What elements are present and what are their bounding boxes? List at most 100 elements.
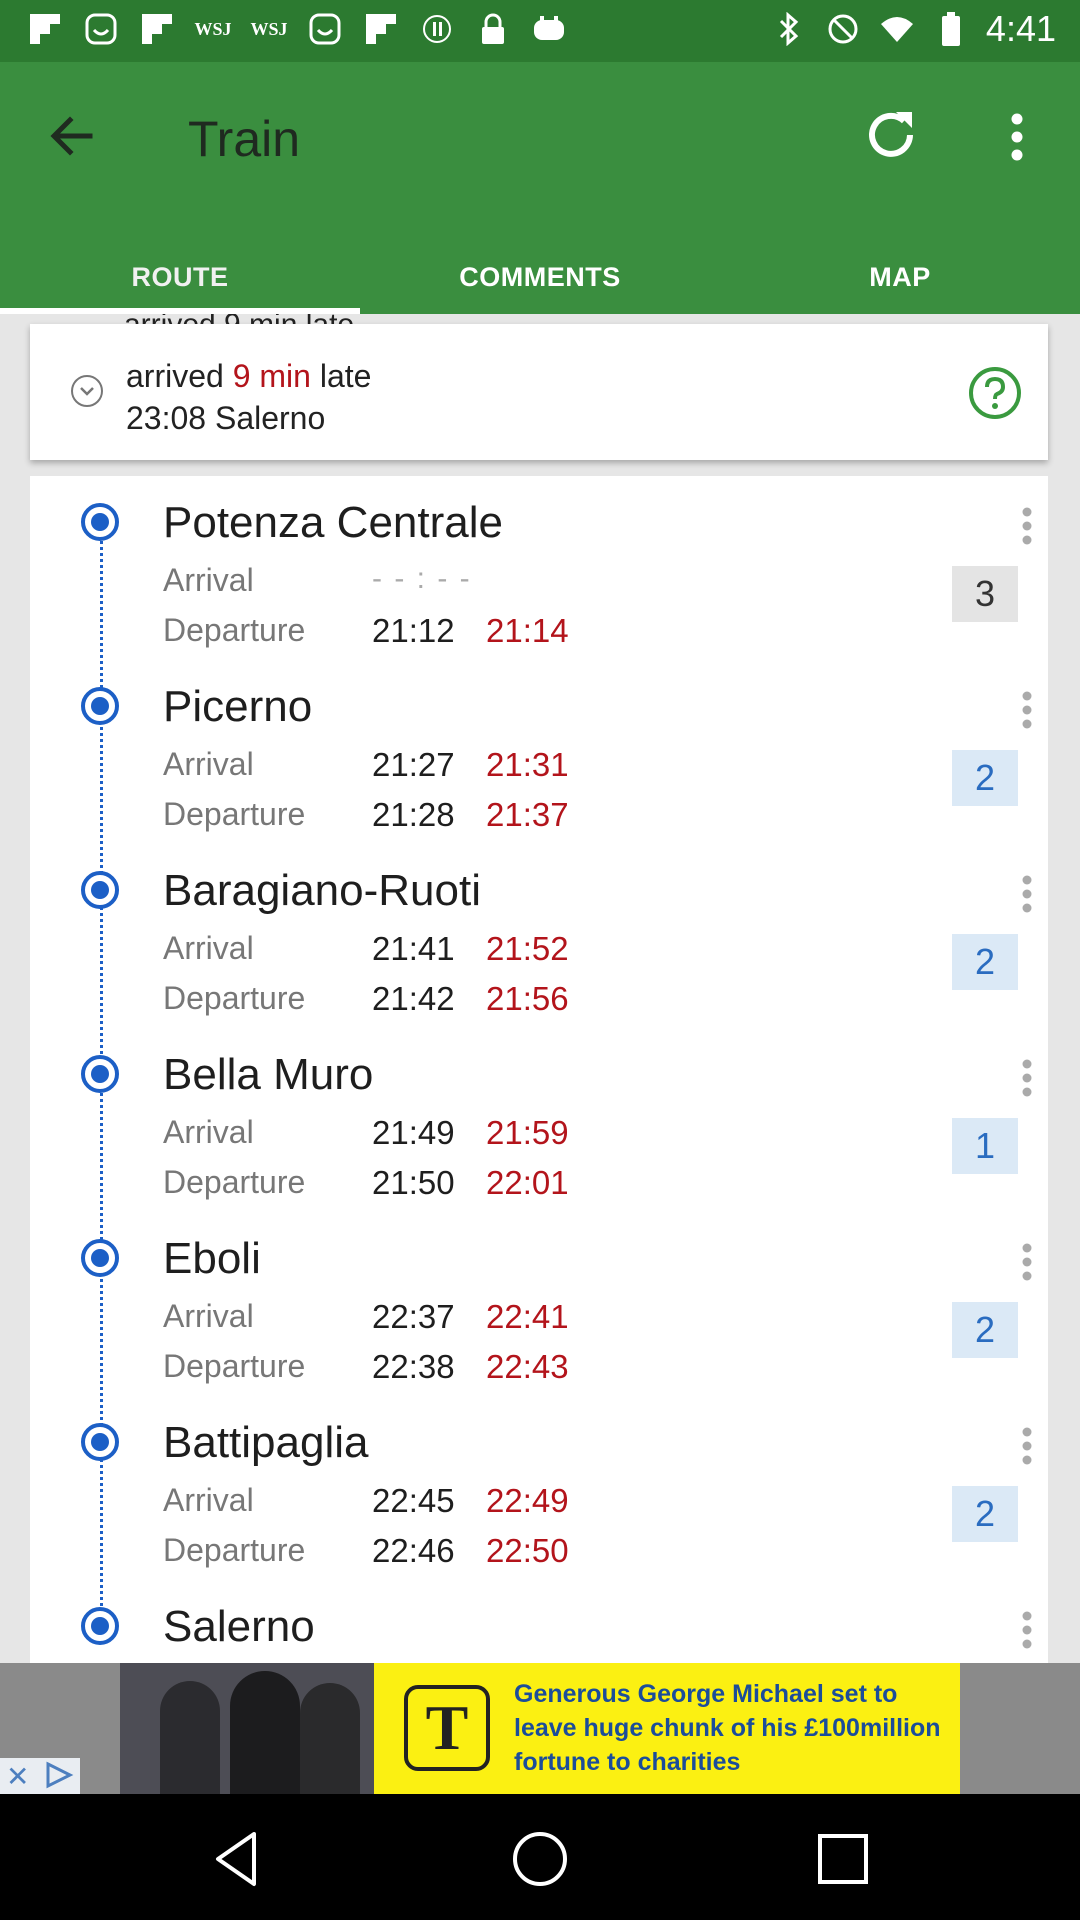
departure-actual: 22:50 (486, 1532, 569, 1569)
face-icon (82, 10, 120, 48)
wsj-icon: WSJ (194, 18, 232, 39)
more-vert-icon[interactable] (1020, 1426, 1034, 1466)
ad-logo: T (404, 1685, 490, 1771)
more-vert-icon[interactable] (1020, 506, 1034, 546)
station-name[interactable]: Baragiano-Ruoti (163, 866, 481, 916)
help-icon[interactable] (968, 366, 1022, 420)
station-dot-icon (81, 1423, 119, 1461)
tab-map[interactable]: MAP (720, 240, 1080, 314)
flipboard-icon (138, 10, 176, 48)
more-vert-icon[interactable] (1020, 1058, 1034, 1098)
arrival-actual: 21:59 (486, 1114, 569, 1151)
tab-comments[interactable]: COMMENTS (360, 240, 720, 314)
tab-route[interactable]: ROUTE (0, 240, 360, 314)
more-vert-icon[interactable] (1020, 1242, 1034, 1282)
station-dot-icon (81, 1055, 119, 1093)
departure-scheduled: 22:46 (372, 1532, 455, 1569)
departure-label: Departure (163, 1532, 306, 1568)
arrival-time-station: 23:08 Salerno (126, 400, 326, 436)
arrow-back-icon (50, 116, 93, 156)
departure-scheduled: 22:38 (372, 1348, 455, 1385)
tab-bar: ROUTE COMMENTS MAP (0, 240, 1080, 314)
arrival-actual: 21:31 (486, 746, 569, 783)
stop-row[interactable]: Picerno Arrival Departure 21:27 21:31 21:28 21… (30, 676, 1048, 860)
refresh-icon (869, 112, 913, 157)
station-name[interactable]: Potenza Centrale (163, 498, 503, 548)
clock: 4:41 (985, 8, 1056, 49)
more-vert-icon[interactable] (1020, 874, 1034, 914)
arrival-actual: 21:52 (486, 930, 569, 967)
more-vert-icon (1011, 113, 1023, 161)
station-name[interactable]: Eboli (163, 1234, 261, 1284)
stop-row[interactable]: Baragiano-Ruoti Arrival Departure 21:41 21:5… (30, 860, 1048, 1044)
expand-icon[interactable] (70, 374, 104, 408)
page-title: Train (188, 111, 301, 167)
more-vert-icon[interactable] (1020, 690, 1034, 730)
stop-row[interactable]: SalernoArrivalDeparture22:5923:082 (30, 1596, 1048, 1663)
status-prefix: arrived (126, 358, 233, 394)
departure-actual: 21:37 (486, 796, 569, 833)
flipboard-icon (362, 10, 400, 48)
ad-choices[interactable]: ✕ (0, 1758, 80, 1794)
system-icons: 4:41 (770, 8, 1056, 50)
arrival-scheduled: 22:37 (372, 1298, 455, 1335)
stop-row[interactable]: Eboli Arrival Departure 22:37 22:41 22:38 22:4… (30, 1228, 1048, 1412)
recents-nav-icon[interactable] (808, 1824, 878, 1894)
departure-label: Departure (163, 1164, 306, 1200)
departure-scheduled: 21:42 (372, 980, 455, 1017)
station-name[interactable]: Salerno (163, 1602, 315, 1652)
station-dot-icon (81, 871, 119, 909)
arrival-label: Arrival (163, 746, 254, 782)
departure-actual: 21:56 (486, 980, 569, 1017)
mute-icon (824, 10, 862, 48)
stop-row[interactable]: Potenza Centrale Arrival Departure - - : - … (30, 492, 1048, 676)
more-vert-icon[interactable] (1020, 1610, 1034, 1650)
system-nav-bar (0, 1794, 1080, 1920)
close-icon[interactable]: ✕ (6, 1760, 29, 1793)
flipboard-icon (26, 10, 64, 48)
station-name[interactable]: Battipaglia (163, 1418, 368, 1468)
ad-content[interactable]: T Generous George Michael set to leave h… (374, 1663, 960, 1794)
arrival-label: Arrival (163, 1482, 254, 1518)
wsj-icon: WSJ (250, 18, 288, 39)
platform-badge: 2 (952, 934, 1018, 990)
departure-actual: 22:01 (486, 1164, 569, 1201)
home-nav-icon[interactable] (505, 1824, 575, 1894)
delay-value: 9 min (232, 358, 311, 394)
stops-list: Potenza Centrale Arrival Departure - - : - … (30, 476, 1048, 1663)
adchoices-icon[interactable] (42, 1760, 74, 1790)
back-button[interactable] (44, 108, 100, 164)
arrival-scheduled: 21:27 (372, 746, 455, 783)
arrival-placeholder: - - : - - (372, 562, 472, 595)
wifi-icon (878, 10, 916, 48)
media-icon (418, 10, 456, 48)
stop-row[interactable]: Bella Muro Arrival Departure 21:49 21:59 21:5… (30, 1044, 1048, 1228)
arrival-status-card[interactable]: arrived 9 min late 23:08 Salerno (30, 324, 1048, 460)
arrival-label: Arrival (163, 930, 254, 966)
station-dot-icon (81, 1607, 119, 1645)
lock-icon (474, 10, 512, 48)
platform-badge: 2 (952, 1486, 1018, 1542)
station-name[interactable]: Picerno (163, 682, 312, 732)
arrival-scheduled: 21:49 (372, 1114, 455, 1151)
ad-image[interactable] (120, 1663, 374, 1794)
departure-label: Departure (163, 1348, 306, 1384)
route-content[interactable]: arrived 9 min late arrived 9 min late 23… (0, 314, 1080, 1663)
back-nav-icon[interactable] (202, 1824, 272, 1894)
station-dot-icon (81, 1239, 119, 1277)
arrival-actual: 22:49 (486, 1482, 569, 1519)
arrival-label: Arrival (163, 562, 254, 598)
stop-row[interactable]: Battipaglia Arrival Departure 22:45 22:49 22:… (30, 1412, 1048, 1596)
ad-photo-person (230, 1671, 300, 1794)
station-dot-icon (81, 503, 119, 541)
station-dot-icon (81, 687, 119, 725)
station-name[interactable]: Bella Muro (163, 1050, 373, 1100)
overflow-menu-button[interactable] (1000, 104, 1034, 170)
ad-headline[interactable]: Generous George Michael set to leave hug… (514, 1677, 944, 1779)
app-bar: Train ROUTE COMMENTS MAP (0, 62, 1080, 314)
departure-scheduled: 21:50 (372, 1164, 455, 1201)
game-icon (530, 10, 568, 48)
departure-label: Departure (163, 980, 306, 1016)
refresh-button[interactable] (858, 102, 924, 168)
ad-banner[interactable]: T Generous George Michael set to leave h… (0, 1663, 1080, 1794)
